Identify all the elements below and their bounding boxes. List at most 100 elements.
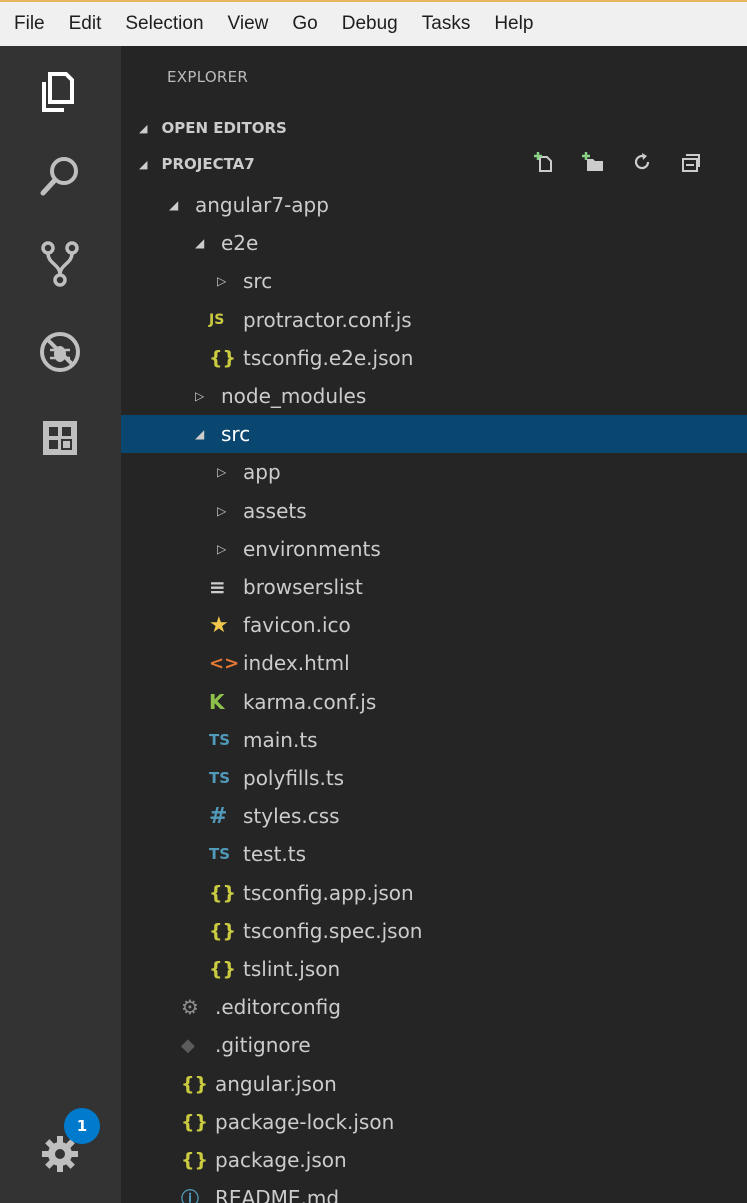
tree-folder-row[interactable]: ◢ angular7-app xyxy=(121,186,747,224)
tree-file-row[interactable]: ⓘ README.md xyxy=(121,1179,747,1203)
menu-debug[interactable]: Debug xyxy=(330,1,410,47)
chevron-down-icon: ◢ xyxy=(195,236,205,250)
tree-item-label: angular.json xyxy=(215,1072,337,1096)
tree-item-label: styles.css xyxy=(243,804,340,828)
new-folder-icon[interactable] xyxy=(581,151,605,177)
chevron-down-icon: ◢ xyxy=(139,157,148,171)
tree-item-label: environments xyxy=(243,537,381,561)
html-file-icon: <> xyxy=(209,652,240,674)
json-file-icon: {} xyxy=(209,958,237,980)
tree-file-row[interactable]: TS test.ts xyxy=(121,835,747,873)
tree-folder-row[interactable]: ▷ app xyxy=(121,453,747,491)
tree-item-label: package-lock.json xyxy=(215,1110,395,1134)
tree-item-label: .editorconfig xyxy=(215,995,341,1019)
project-header[interactable]: ◢ PROJECTA7 xyxy=(121,148,747,180)
tree-item-label: tsconfig.e2e.json xyxy=(243,346,414,370)
chevron-down-icon: ◢ xyxy=(139,121,148,135)
chevron-right-icon: ▷ xyxy=(195,389,205,403)
tree-folder-row[interactable]: ▷ assets xyxy=(121,492,747,530)
css-file-icon: # xyxy=(209,803,228,829)
tree-item-label: .gitignore xyxy=(215,1033,311,1057)
tree-folder-row[interactable]: ▷ node_modules xyxy=(121,377,747,415)
tree-file-row[interactable]: {} tsconfig.app.json xyxy=(121,874,747,912)
chevron-right-icon: ▷ xyxy=(217,465,227,479)
tree-folder-row[interactable]: ◢ e2e xyxy=(121,224,747,262)
tree-item-label: test.ts xyxy=(243,842,307,866)
tree-file-row[interactable]: ⚙ .editorconfig xyxy=(121,988,747,1026)
debug-icon[interactable] xyxy=(32,324,88,380)
tree-file-row[interactable]: Kkarma.conf.js xyxy=(121,683,747,721)
tree-file-row[interactable]: # styles.css xyxy=(121,797,747,835)
tree-item-label: src xyxy=(243,269,273,293)
tree-file-row[interactable]: <> index.html xyxy=(121,644,747,682)
extensions-icon[interactable] xyxy=(32,410,88,466)
favicon-star-icon: ★ xyxy=(209,612,229,638)
open-editors-header[interactable]: ◢ OPEN EDITORS xyxy=(121,112,747,144)
tree-file-row[interactable]: {} tslint.json xyxy=(121,950,747,988)
json-file-icon: {} xyxy=(181,1149,209,1171)
files-icon[interactable] xyxy=(32,64,88,120)
menu-selection[interactable]: Selection xyxy=(113,1,215,47)
json-file-icon: {} xyxy=(209,347,237,369)
tree-file-row[interactable]: ◆ .gitignore xyxy=(121,1026,747,1064)
tree-file-row[interactable]: {} package-lock.json xyxy=(121,1103,747,1141)
chevron-right-icon: ▷ xyxy=(217,542,227,556)
explorer-actions xyxy=(533,148,701,180)
tree-folder-row[interactable]: ▷ src xyxy=(121,262,747,300)
git-file-icon: ◆ xyxy=(181,1034,195,1056)
typescript-file-icon: TS xyxy=(209,845,231,863)
tree-file-row[interactable]: TS main.ts xyxy=(121,721,747,759)
search-icon[interactable] xyxy=(32,148,88,204)
tree-item-label: tslint.json xyxy=(243,957,341,981)
json-file-icon: {} xyxy=(209,920,237,942)
chevron-right-icon: ▷ xyxy=(217,504,227,518)
tree-item-label: tsconfig.app.json xyxy=(243,881,414,905)
activity-bar: 1 xyxy=(0,46,121,1203)
tree-file-row[interactable]: {} tsconfig.e2e.json xyxy=(121,339,747,377)
tree-item-label: tsconfig.spec.json xyxy=(243,919,423,943)
collapse-all-icon[interactable] xyxy=(679,151,701,177)
tree-file-row[interactable]: JS protractor.conf.js xyxy=(121,301,747,339)
tree-item-label: e2e xyxy=(221,231,259,255)
menu-tasks[interactable]: Tasks xyxy=(410,1,483,47)
tree-file-row[interactable]: {} package.json xyxy=(121,1141,747,1179)
menu-file[interactable]: File xyxy=(0,1,57,47)
tree-item-label: app xyxy=(243,460,281,484)
tree-item-label: package.json xyxy=(215,1148,347,1172)
json-file-icon: {} xyxy=(181,1073,209,1095)
tree-item-label: index.html xyxy=(243,651,350,675)
config-gear-icon: ⚙ xyxy=(181,995,199,1019)
menu-bar: File Edit Selection View Go Debug Tasks … xyxy=(0,0,747,46)
tree-item-label: browserslist xyxy=(243,575,363,599)
karma-file-icon: K xyxy=(209,690,225,714)
project-label: PROJECTA7 xyxy=(161,155,255,173)
tree-item-label: protractor.conf.js xyxy=(243,308,412,332)
menu-view[interactable]: View xyxy=(216,1,281,47)
typescript-file-icon: TS xyxy=(209,769,231,787)
chevron-right-icon: ▷ xyxy=(217,274,227,288)
explorer-sidebar: EXPLORER ◢ OPEN EDITORS ◢ PROJECTA7 ◢ an… xyxy=(121,46,747,1203)
explorer-title: EXPLORER xyxy=(167,68,249,86)
new-file-icon[interactable] xyxy=(533,151,555,177)
tree-file-row[interactable]: {} tsconfig.spec.json xyxy=(121,912,747,950)
tree-item-label: karma.conf.js xyxy=(243,690,377,714)
settings-badge: 1 xyxy=(64,1108,100,1144)
refresh-icon[interactable] xyxy=(631,151,653,177)
source-control-icon[interactable] xyxy=(32,236,88,292)
menu-help[interactable]: Help xyxy=(482,1,545,47)
tree-file-row[interactable]: TS polyfills.ts xyxy=(121,759,747,797)
text-file-icon: ≡ xyxy=(209,575,226,599)
menu-edit[interactable]: Edit xyxy=(57,1,114,47)
info-file-icon: ⓘ xyxy=(181,1189,199,1203)
tree-file-row[interactable]: {} angular.json xyxy=(121,1065,747,1103)
tree-item-label: node_modules xyxy=(221,384,367,408)
chevron-down-icon: ◢ xyxy=(169,198,179,212)
tree-folder-row[interactable]: ◢ src xyxy=(121,415,747,453)
json-file-icon: {} xyxy=(209,882,237,904)
menu-go[interactable]: Go xyxy=(280,1,329,47)
open-editors-label: OPEN EDITORS xyxy=(161,119,287,137)
tree-file-row[interactable]: ★ favicon.ico xyxy=(121,606,747,644)
tree-folder-row[interactable]: ▷ environments xyxy=(121,530,747,568)
tree-file-row[interactable]: ≡ browserslist xyxy=(121,568,747,606)
tree-item-label: polyfills.ts xyxy=(243,766,345,790)
